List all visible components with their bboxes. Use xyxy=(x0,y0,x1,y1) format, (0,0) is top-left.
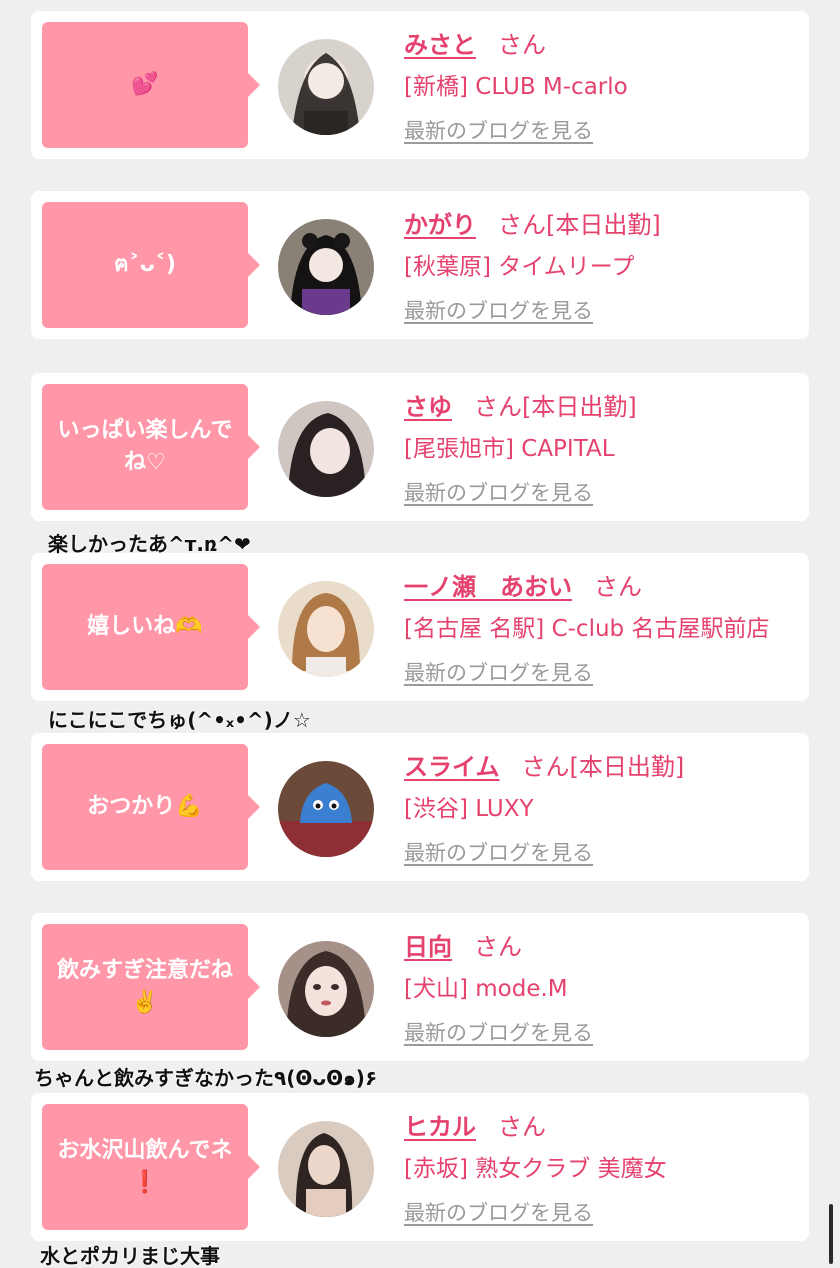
avatar[interactable] xyxy=(278,581,374,677)
name-line: かがり さん[本日出勤] xyxy=(404,205,661,240)
latest-blog-link[interactable]: 最新のブログを見る xyxy=(404,1197,593,1227)
avatar[interactable] xyxy=(278,1121,374,1217)
message-text: いっぱい楽しんで ね♡ xyxy=(57,418,233,475)
message-bubble: 💕 xyxy=(42,22,260,148)
message-bubble: ฅ˃ᴗ˂) xyxy=(42,202,260,328)
cast-name-link[interactable]: さゆ xyxy=(404,393,452,421)
latest-blog-link[interactable]: 最新のブログを見る xyxy=(404,477,593,507)
name-line: 一ノ瀬 あおい さん xyxy=(404,567,642,602)
message-bubble: 飲みすぎ注意だね ✌️ xyxy=(42,924,260,1050)
latest-blog-link[interactable]: 最新のブログを見る xyxy=(404,295,593,325)
name-line: スライム さん[本日出勤] xyxy=(404,747,684,782)
name-suffix: さん xyxy=(498,1113,546,1141)
caption-text: ちゃんと飲みすぎなかった٩(ꙨᴗꙨ๑)۶ xyxy=(34,1066,378,1090)
message-bubble: 嬉しいね🫶 xyxy=(42,564,260,690)
cast-card: いっぱい楽しんで ね♡ さゆ さん[本日出勤] [尾張旭市] CAPITAL 最新… xyxy=(31,373,809,521)
shop-name: [尾張旭市] CAPITAL xyxy=(404,436,615,462)
name-suffix: さん xyxy=(594,573,642,601)
shop-name: [犬山] mode.M xyxy=(404,976,568,1002)
avatar[interactable] xyxy=(278,219,374,315)
avatar-photo-icon xyxy=(278,219,374,315)
name-line: さゆ さん[本日出勤] xyxy=(404,387,637,422)
message-text: お水沢山飲んでネ ❗ xyxy=(57,1138,233,1195)
avatar[interactable] xyxy=(278,39,374,135)
avatar-photo-icon xyxy=(278,39,374,135)
message-bubble: おつかり💪 xyxy=(42,744,260,870)
cast-card: 飲みすぎ注意だね ✌️ 日向 さん [犬山] mode.M 最新のブログを見る xyxy=(31,913,809,1061)
message-bubble: お水沢山飲んでネ ❗ xyxy=(42,1104,260,1230)
cast-card: 💕 みさと さん [新橋] CLUB M-carlo 最新のブログを見る xyxy=(31,11,809,159)
cast-name-link[interactable]: スライム xyxy=(404,753,500,781)
shop-name: [赤坂] 熟女クラブ 美魔女 xyxy=(404,1156,667,1182)
avatar-photo-icon xyxy=(278,1121,374,1217)
shop-name: [名古屋 名駅] C-club 名古屋駅前店 xyxy=(404,616,770,642)
name-suffix: さん[本日出勤] xyxy=(498,211,661,239)
avatar-photo-icon xyxy=(278,941,374,1037)
name-suffix: さん xyxy=(474,933,522,961)
name-suffix: さん[本日出勤] xyxy=(474,393,637,421)
cast-name-link[interactable]: かがり xyxy=(404,211,476,239)
caption-text: にこにこでちゅ(^•ₓ•^)ノ☆ xyxy=(48,708,311,732)
latest-blog-link[interactable]: 最新のブログを見る xyxy=(404,657,593,687)
avatar-photo-icon xyxy=(278,581,374,677)
name-suffix: さん[本日出勤] xyxy=(521,753,685,781)
cast-card: おつかり💪 スライム さん[本日出勤] [渋谷] LUXY 最新のブログを見る xyxy=(31,733,809,881)
caption-text: 水とポカリまじ大事 xyxy=(40,1244,220,1268)
avatar-photo-icon xyxy=(278,401,374,497)
message-text: おつかり💪 xyxy=(87,794,203,820)
name-suffix: さん xyxy=(498,31,546,59)
latest-blog-link[interactable]: 最新のブログを見る xyxy=(404,837,593,867)
cast-name-link[interactable]: ヒカル xyxy=(404,1113,476,1141)
message-text: 💕 xyxy=(131,72,159,98)
avatar-photo-icon xyxy=(278,761,374,857)
message-text: 嬉しいね🫶 xyxy=(87,614,203,640)
caption-text: 楽しかったあ^ᴛ.ռ^❤ xyxy=(48,532,251,556)
latest-blog-link[interactable]: 最新のブログを見る xyxy=(404,1017,593,1047)
cast-card: ฅ˃ᴗ˂) かがり さん[本日出勤] [秋葉原] タイムリープ 最新のブログを見る xyxy=(31,191,809,339)
blog-list-page: 💕 みさと さん [新橋] CLUB M-carlo 最新のブログを見る ฅ˃ᴗ˂… xyxy=(0,0,840,1268)
scrollbar[interactable] xyxy=(829,1204,833,1264)
cast-card: 嬉しいね🫶 一ノ瀬 あおい さん [名古屋 名駅] C-club 名古屋駅前店 最… xyxy=(31,553,809,701)
message-text: 飲みすぎ注意だね ✌️ xyxy=(56,958,233,1015)
shop-name: [渋谷] LUXY xyxy=(404,796,534,822)
name-line: みさと さん xyxy=(404,25,546,60)
cast-name-link[interactable]: 日向 xyxy=(404,933,452,961)
cast-card: お水沢山飲んでネ ❗ ヒカル さん [赤坂] 熟女クラブ 美魔女 最新のブログを見… xyxy=(31,1093,809,1241)
latest-blog-link[interactable]: 最新のブログを見る xyxy=(404,115,593,145)
shop-name: [新橋] CLUB M-carlo xyxy=(404,74,628,100)
avatar[interactable] xyxy=(278,761,374,857)
name-line: 日向 さん xyxy=(404,927,522,962)
avatar[interactable] xyxy=(278,941,374,1037)
cast-name-link[interactable]: 一ノ瀬 あおい xyxy=(404,573,572,601)
shop-name: [秋葉原] タイムリープ xyxy=(404,254,635,280)
cast-name-link[interactable]: みさと xyxy=(404,31,476,59)
message-bubble: いっぱい楽しんで ね♡ xyxy=(42,384,260,510)
message-text: ฅ˃ᴗ˂) xyxy=(114,252,176,278)
name-line: ヒカル さん xyxy=(404,1107,546,1142)
avatar[interactable] xyxy=(278,401,374,497)
